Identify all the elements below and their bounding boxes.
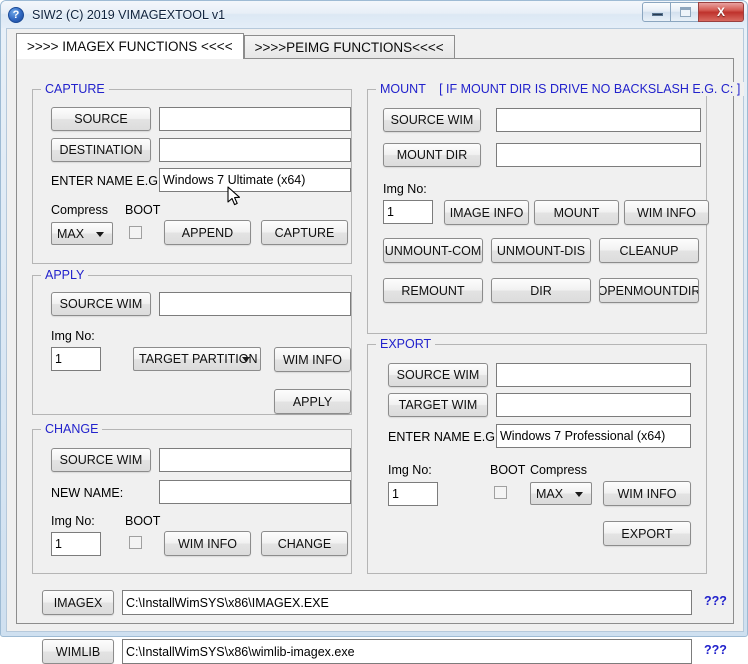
wimlib-path-input[interactable]: C:\InstallWimSYS\x86\wimlib-imagex.exe [122, 639, 692, 664]
capture-destination-button[interactable]: DESTINATION [51, 138, 151, 162]
title-bar: ? SIW2 (C) 2019 VIMAGEXTOOL v1 X [1, 1, 747, 28]
mount-mount-button[interactable]: MOUNT [534, 200, 619, 225]
maximize-button[interactable] [670, 2, 699, 22]
mount-openmountdir-button[interactable]: OPENMOUNTDIR [599, 278, 699, 303]
tab-panel-imagex: CAPTURE SOURCE DESTINATION ENTER NAME E.… [16, 58, 745, 664]
imagex-path-input[interactable]: C:\InstallWimSYS\x86\IMAGEX.EXE [122, 590, 692, 615]
capture-compress-value: MAX [57, 226, 85, 241]
export-img-no-label: Img No: [388, 463, 432, 477]
mount-unmount-dis-button[interactable]: UNMOUNT-DIS [491, 238, 591, 263]
capture-boot-label: BOOT [125, 203, 161, 217]
apply-img-no-label: Img No: [51, 329, 95, 343]
chevron-down-icon [242, 357, 250, 362]
change-boot-label: BOOT [125, 514, 161, 528]
capture-group-title: CAPTURE [41, 82, 109, 96]
imagex-path-button[interactable]: IMAGEX [42, 590, 114, 615]
export-target-wim-button[interactable]: TARGET WIM [388, 393, 488, 417]
capture-name-input[interactable]: Windows 7 Ultimate (x64) [159, 168, 351, 192]
export-source-wim-button[interactable]: SOURCE WIM [388, 363, 488, 387]
minimize-button[interactable] [642, 2, 671, 22]
export-boot-checkbox[interactable] [494, 486, 507, 499]
mount-dir-input[interactable] [496, 143, 701, 167]
mount-dir-list-button[interactable]: DIR [491, 278, 591, 303]
capture-destination-input[interactable] [159, 138, 351, 162]
capture-source-button[interactable]: SOURCE [51, 107, 151, 131]
mount-unmount-com-button[interactable]: UNMOUNT-COM [383, 238, 483, 263]
application-window: ? SIW2 (C) 2019 VIMAGEXTOOL v1 X >>>> IM… [0, 0, 748, 664]
tab-strip: >>>> IMAGEX FUNCTIONS <<<< >>>>PEIMG FUN… [16, 33, 455, 59]
export-compress-value: MAX [536, 486, 564, 501]
change-wim-info-button[interactable]: WIM INFO [164, 531, 251, 556]
capture-compress-label: Compress [51, 203, 108, 217]
export-name-input[interactable]: Windows 7 Professional (x64) [496, 424, 691, 448]
wimlib-help-label[interactable]: ??? [704, 643, 727, 657]
change-source-wim-button[interactable]: SOURCE WIM [51, 448, 151, 472]
apply-target-partition-select[interactable]: TARGET PARTITION [133, 347, 261, 371]
mount-group-title-text: MOUNT [380, 82, 426, 96]
capture-group: CAPTURE SOURCE DESTINATION ENTER NAME E.… [32, 82, 352, 264]
apply-apply-button[interactable]: APPLY [274, 389, 351, 414]
change-source-wim-input[interactable] [159, 448, 351, 472]
export-export-button[interactable]: EXPORT [603, 521, 691, 546]
export-name-label: ENTER NAME E.G.: [388, 430, 502, 444]
capture-append-button[interactable]: APPEND [164, 220, 251, 245]
capture-compress-select[interactable]: MAX [51, 222, 113, 245]
change-new-name-label: NEW NAME: [51, 486, 124, 500]
window-controls: X [642, 2, 744, 22]
wimlib-path-button[interactable]: WIMLIB [42, 639, 114, 664]
mount-img-no-label: Img No: [383, 182, 427, 196]
change-change-button[interactable]: CHANGE [261, 531, 348, 556]
tab-imagex-functions[interactable]: >>>> IMAGEX FUNCTIONS <<<< [16, 33, 244, 59]
close-button[interactable]: X [698, 2, 744, 22]
client-area: >>>> IMAGEX FUNCTIONS <<<< >>>>PEIMG FUN… [6, 28, 745, 664]
change-group-title: CHANGE [41, 422, 103, 436]
export-compress-label: Compress [530, 463, 587, 477]
apply-source-wim-input[interactable] [159, 292, 351, 316]
imagex-help-label[interactable]: ??? [704, 594, 727, 608]
change-img-no-input[interactable]: 1 [51, 532, 101, 556]
export-img-no-input[interactable]: 1 [388, 482, 438, 506]
mount-source-wim-input[interactable] [496, 108, 701, 132]
help-circle-icon: ? [8, 6, 24, 23]
export-group-title: EXPORT [376, 337, 436, 351]
mount-img-no-input[interactable]: 1 [383, 200, 433, 224]
mount-group: MOUNT [ IF MOUNT DIR IS DRIVE NO BACKSLA… [367, 82, 745, 334]
export-boot-label: BOOT [490, 463, 526, 477]
apply-img-no-input[interactable]: 1 [51, 347, 101, 371]
export-wim-info-button[interactable]: WIM INFO [603, 481, 691, 506]
apply-group-title: APPLY [41, 268, 89, 282]
mouse-cursor-icon [227, 186, 241, 206]
export-compress-select[interactable]: MAX [530, 482, 592, 505]
change-group: CHANGE SOURCE WIM NEW NAME: Img No: 1 BO… [32, 422, 352, 574]
export-target-wim-input[interactable] [496, 393, 691, 417]
mount-source-wim-button[interactable]: SOURCE WIM [383, 108, 481, 132]
capture-name-label: ENTER NAME E.G.: [51, 174, 165, 188]
mount-group-title: MOUNT [ IF MOUNT DIR IS DRIVE NO BACKSLA… [376, 82, 745, 96]
window-title: SIW2 (C) 2019 VIMAGEXTOOL v1 [32, 7, 226, 22]
apply-target-partition-value: TARGET PARTITION [139, 352, 258, 366]
export-group: EXPORT SOURCE WIM TARGET WIM ENTER NAME … [367, 337, 707, 574]
capture-capture-button[interactable]: CAPTURE [261, 220, 348, 245]
apply-wim-info-button[interactable]: WIM INFO [274, 347, 351, 372]
capture-source-input[interactable] [159, 107, 351, 131]
mount-remount-button[interactable]: REMOUNT [383, 278, 483, 303]
change-img-no-label: Img No: [51, 514, 95, 528]
chevron-down-icon [96, 231, 104, 237]
mount-image-info-button[interactable]: IMAGE INFO [444, 200, 529, 225]
minimize-icon [652, 13, 663, 16]
change-boot-checkbox[interactable] [129, 536, 142, 549]
mount-cleanup-button[interactable]: CLEANUP [599, 238, 699, 263]
export-source-wim-input[interactable] [496, 363, 691, 387]
maximize-icon [680, 7, 691, 17]
apply-group: APPLY SOURCE WIM Img No: 1 TARGET PARTIT… [32, 268, 352, 415]
capture-boot-checkbox[interactable] [129, 226, 142, 239]
mount-group-title-hint: [ IF MOUNT DIR IS DRIVE NO BACKSLASH E.G… [439, 82, 741, 96]
mount-dir-button[interactable]: MOUNT DIR [383, 143, 481, 167]
chevron-down-icon [575, 491, 583, 497]
apply-source-wim-button[interactable]: SOURCE WIM [51, 292, 151, 316]
tab-peimg-functions[interactable]: >>>>PEIMG FUNCTIONS<<<< [243, 35, 455, 59]
mount-wim-info-button[interactable]: WIM INFO [624, 200, 709, 225]
change-new-name-input[interactable] [159, 480, 351, 504]
